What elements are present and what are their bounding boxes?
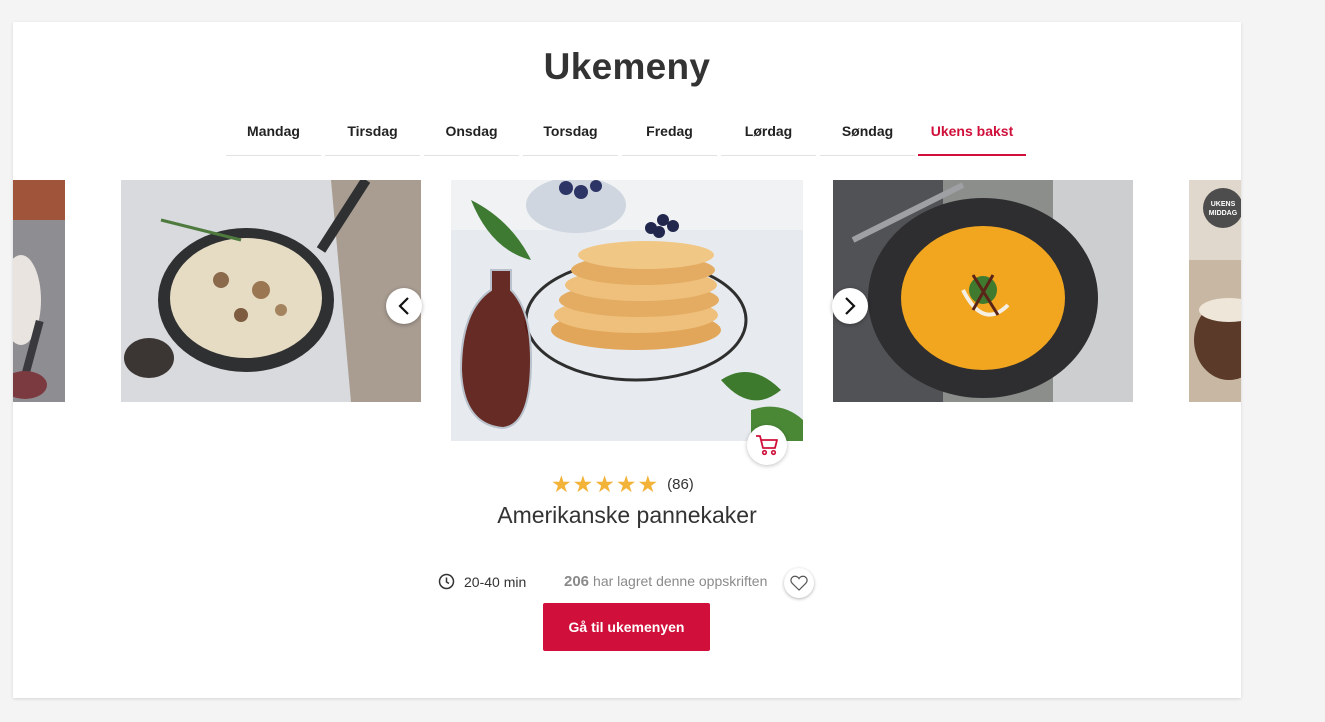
- svg-text:MIDDAG: MIDDAG: [1209, 210, 1238, 217]
- rating-count: (86): [667, 475, 694, 493]
- recipe-image-partial-right[interactable]: UKENS MIDDAG: [1189, 180, 1241, 402]
- tab-fredag[interactable]: Fredag: [622, 114, 717, 156]
- heart-icon: [790, 575, 808, 591]
- star-icon: ★: [615, 471, 637, 497]
- tab-onsdag[interactable]: Onsdag: [424, 114, 519, 156]
- carousel-next-button[interactable]: [832, 288, 868, 324]
- tab-sondag[interactable]: Søndag: [820, 114, 915, 156]
- tab-tirsdag[interactable]: Tirsdag: [325, 114, 420, 156]
- star-icon: ★: [551, 471, 572, 497]
- star-icon: ★: [572, 471, 594, 497]
- add-to-cart-button[interactable]: [747, 425, 787, 465]
- saved-info: 206 har lagret denne oppskriften: [564, 573, 767, 590]
- recipe-image-risotto[interactable]: [121, 180, 421, 402]
- tab-mandag[interactable]: Mandag: [226, 114, 321, 156]
- weekly-menu-card: Ukemeny Mandag Tirsdag Onsdag Torsdag Fr…: [13, 22, 1241, 698]
- cart-icon: [756, 435, 778, 456]
- page-title: Ukemeny: [543, 46, 711, 87]
- cooking-time-text: 20-40 min: [464, 573, 527, 590]
- tab-lordag[interactable]: Lørdag: [721, 114, 816, 156]
- cooking-time: 20-40 min: [438, 573, 526, 590]
- recipe-title[interactable]: Amerikanske pannekaker: [13, 502, 1241, 529]
- star-icon: ★: [594, 471, 615, 497]
- clock-icon: [438, 573, 455, 590]
- chevron-left-icon: [398, 297, 409, 315]
- carousel-prev-button[interactable]: [386, 288, 422, 324]
- saved-count: 206: [564, 573, 590, 590]
- recipe-image-soup[interactable]: [833, 180, 1133, 402]
- saved-text: har lagret denne oppskriften: [593, 573, 768, 589]
- save-recipe-button[interactable]: [784, 568, 814, 598]
- chevron-right-icon: [845, 297, 856, 315]
- go-to-weekly-menu-button[interactable]: Gå til ukemenyen: [543, 603, 710, 651]
- recipe-image-partial-left[interactable]: [13, 180, 65, 402]
- recipe-image-pancakes[interactable]: [451, 180, 803, 441]
- star-icon: ★: [637, 471, 659, 497]
- tab-torsdag[interactable]: Torsdag: [523, 114, 618, 156]
- tab-ukens-bakst[interactable]: Ukens bakst: [918, 114, 1026, 156]
- svg-text:UKENS: UKENS: [1211, 201, 1236, 208]
- rating[interactable]: ★ ★ ★ ★ ★ (86): [551, 472, 694, 496]
